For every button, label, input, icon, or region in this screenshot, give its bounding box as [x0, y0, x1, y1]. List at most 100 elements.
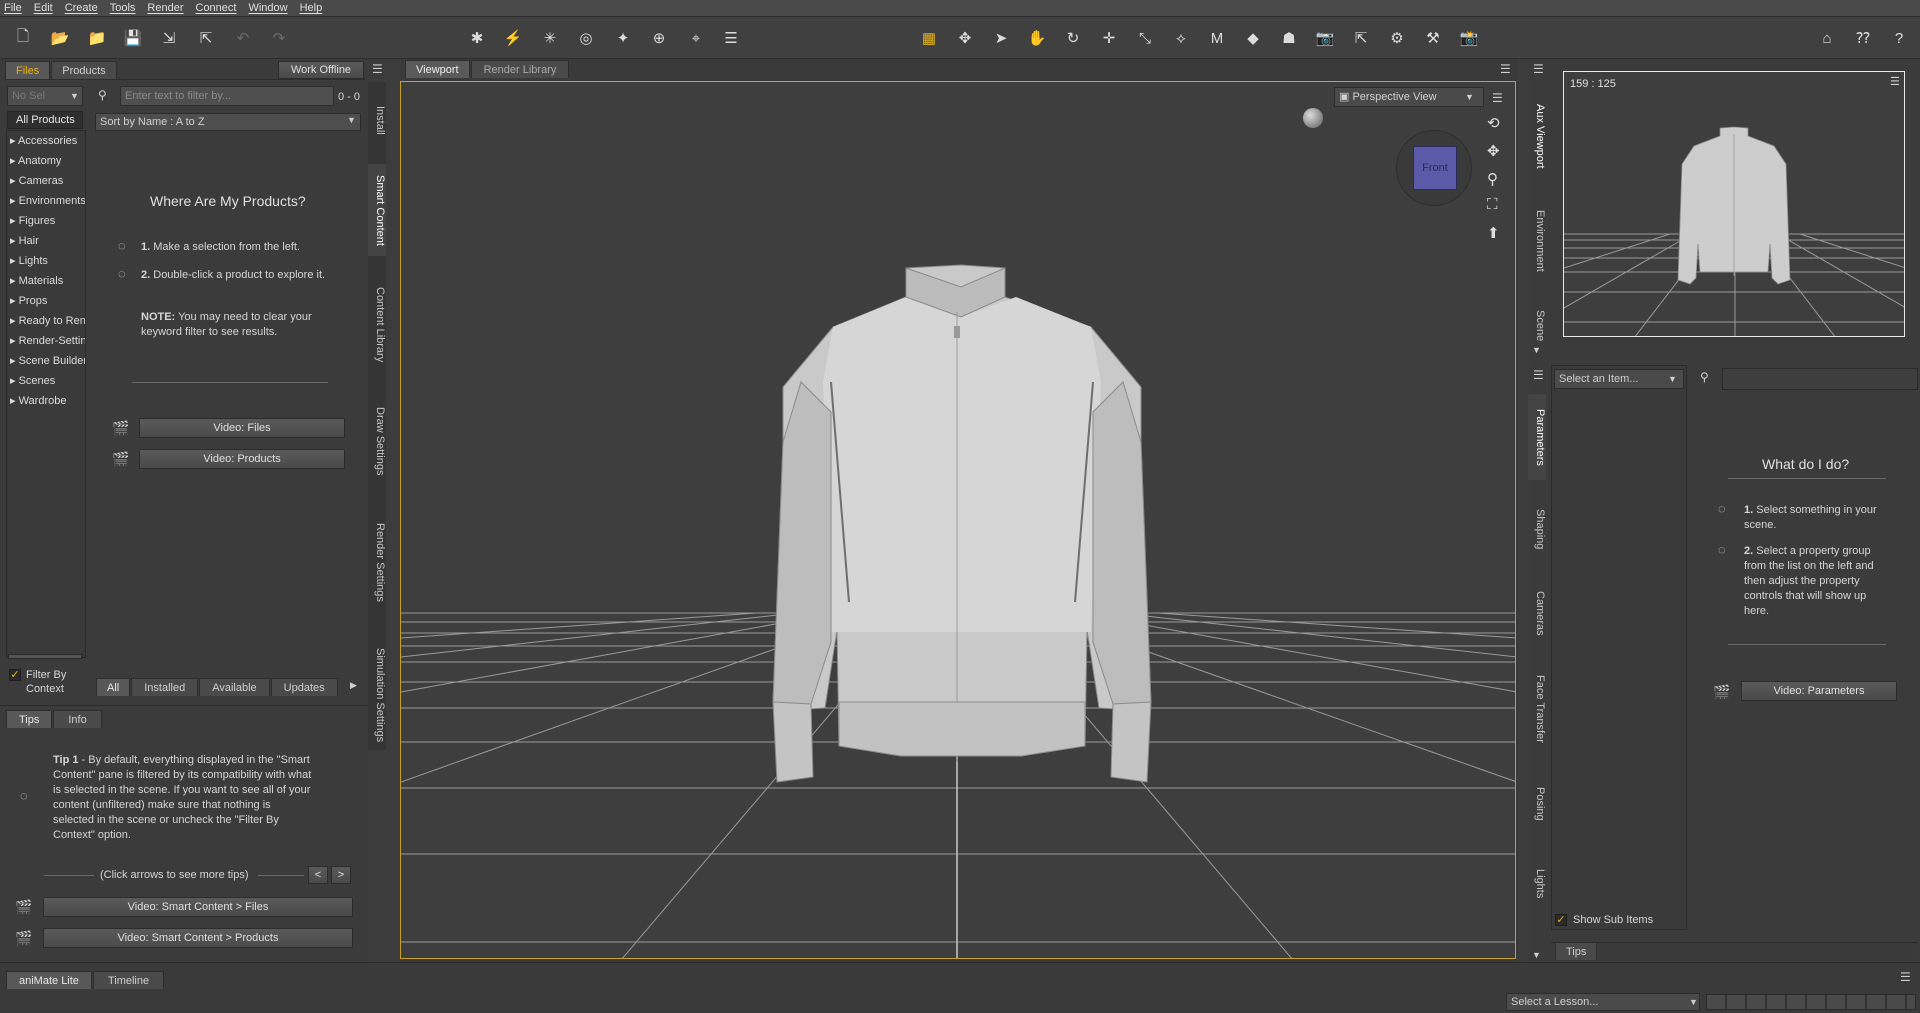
tree-item-accessories[interactable]: ▸ Accessories [7, 131, 85, 151]
orbit-icon[interactable]: ⟲ [1487, 114, 1500, 132]
redo-icon[interactable]: ↷ [268, 27, 290, 49]
tree-scrollbar[interactable] [8, 654, 82, 659]
vtab-aux-viewport[interactable]: Aux Viewport [1528, 94, 1546, 178]
tree-item-cameras[interactable]: ▸ Cameras [7, 171, 85, 191]
camera-settings-icon[interactable]: 📷 [1314, 27, 1336, 49]
menu-connect[interactable]: Connect [196, 2, 237, 14]
reset-view-icon[interactable]: ⬆ [1487, 224, 1500, 242]
pointer-icon[interactable]: ➤ [990, 27, 1012, 49]
property-group-list[interactable] [1551, 365, 1687, 930]
tree-item-hair[interactable]: ▸ Hair [7, 231, 85, 251]
export-icon[interactable]: ⇱ [195, 27, 217, 49]
active-pose-icon[interactable]: ✋ [1026, 27, 1048, 49]
sort-select[interactable]: Sort by Name : A to Z [95, 113, 361, 131]
shading-sphere-icon[interactable] [1303, 108, 1323, 128]
universal-grid-icon[interactable]: ▦ [918, 27, 940, 49]
frame-icon[interactable]: ⛶ [1487, 196, 1498, 213]
chevron-down-icon[interactable]: ▼ [1532, 950, 1541, 960]
universal-tool-icon[interactable]: ✥ [954, 27, 976, 49]
tab-products[interactable]: Products [51, 61, 117, 79]
menu-window[interactable]: Window [248, 2, 287, 14]
pane-menu-icon[interactable]: ☰ [372, 62, 383, 76]
prev-tip-button[interactable]: < [308, 866, 328, 884]
tree-item-render-settings[interactable]: ▸ Render-Settings [7, 331, 85, 351]
open-folder-icon[interactable]: 📂 [49, 27, 71, 49]
pane-menu-icon[interactable]: ☰ [1533, 368, 1544, 382]
vtab-cameras[interactable]: Cameras [1528, 578, 1546, 648]
vtab-lights[interactable]: Lights [1528, 854, 1546, 914]
tab-render-library[interactable]: Render Library [470, 60, 570, 78]
import-icon[interactable]: ⇲ [158, 27, 180, 49]
select-item-dropdown[interactable]: Select an Item... [1554, 369, 1684, 389]
work-offline-button[interactable]: Work Offline [278, 61, 364, 79]
point-light-icon[interactable]: ✳ [539, 27, 561, 49]
whats-this-icon[interactable]: ⁇ [1852, 27, 1874, 49]
tab-available[interactable]: Available [199, 678, 270, 696]
lesson-select[interactable]: Select a Lesson... [1506, 993, 1700, 1011]
create-figure-icon[interactable]: ✱ [466, 27, 488, 49]
tree-item-materials[interactable]: ▸ Materials [7, 271, 85, 291]
vtab-install[interactable]: Install [368, 88, 386, 152]
view-cube[interactable]: Front [1413, 146, 1457, 190]
vtab-parameters[interactable]: Parameters [1528, 394, 1546, 480]
vtab-scene[interactable]: Scene [1528, 306, 1546, 346]
home-icon[interactable]: ⌂ [1816, 27, 1838, 49]
menu-render[interactable]: Render [147, 2, 183, 14]
menu-create[interactable]: Create [65, 2, 98, 14]
lesson-step-strip[interactable] [1706, 994, 1916, 1010]
tree-item-figures[interactable]: ▸ Figures [7, 211, 85, 231]
tab-viewport[interactable]: Viewport [405, 60, 470, 78]
menu-help[interactable]: Help [300, 2, 323, 14]
vtab-simulation-settings[interactable]: Simulation Settings [368, 640, 386, 750]
viewport-menu-icon[interactable]: ☰ [1492, 91, 1503, 105]
video-sc-files-button[interactable]: Video: Smart Content > Files [43, 897, 353, 917]
tab-info[interactable]: Info [53, 710, 102, 728]
zoom-icon[interactable]: ⚲ [1487, 170, 1498, 188]
tab-updates[interactable]: Updates [270, 678, 338, 696]
render-camera-icon[interactable]: 📸 [1458, 27, 1480, 49]
tree-item-scene-builder[interactable]: ▸ Scene Builder [7, 351, 85, 371]
3d-viewport[interactable]: ▣ Perspective View ▼ ☰ Front ⟲ ✥ ⚲ ⛶ ⬆ [400, 81, 1516, 959]
tab-tips[interactable]: Tips [6, 710, 53, 728]
tree-item-props[interactable]: ▸ Props [7, 291, 85, 311]
surface-selection-icon[interactable]: ◆ [1242, 27, 1264, 49]
undo-icon[interactable]: ↶ [232, 27, 254, 49]
aux-viewport[interactable]: 159 : 125 ☰ [1563, 71, 1905, 337]
translate-icon[interactable]: ✛ [1098, 27, 1120, 49]
help-icon[interactable]: ? [1888, 27, 1910, 49]
next-tip-button[interactable]: > [331, 866, 351, 884]
render-icon[interactable]: ⚒ [1422, 27, 1444, 49]
vtab-smart-content[interactable]: Smart Content [368, 164, 386, 256]
merge-folder-icon[interactable]: 📁 [86, 27, 108, 49]
select-tool-icon[interactable]: ⇱ [1350, 27, 1372, 49]
pan-icon[interactable]: ✥ [1487, 142, 1500, 160]
figure-icon[interactable]: ☗ [1278, 27, 1300, 49]
tab-animate-lite[interactable]: aniMate Lite [6, 971, 92, 989]
chevron-down-icon[interactable]: ▼ [1532, 345, 1541, 355]
tab-all[interactable]: All [96, 678, 131, 696]
tab-timeline[interactable]: Timeline [92, 971, 165, 989]
geometry-editor-icon[interactable]: M [1206, 27, 1228, 49]
vtab-face-transfer[interactable]: Face Transfer [1528, 664, 1546, 754]
pane-menu-icon[interactable]: ☰ [1533, 62, 1544, 76]
tree-item-scenes[interactable]: ▸ Scenes [7, 371, 85, 391]
all-products[interactable]: All Products [7, 111, 83, 129]
distant-light-icon[interactable]: ✦ [612, 27, 634, 49]
tab-right-tips[interactable]: Tips [1555, 942, 1598, 960]
menu-edit[interactable]: Edit [34, 2, 53, 14]
rotate-icon[interactable]: ↻ [1062, 27, 1084, 49]
filter-context-checkbox[interactable]: ✓ [9, 669, 21, 681]
save-icon[interactable]: 💾 [122, 27, 144, 49]
render-settings-icon[interactable]: ⚙ [1386, 27, 1408, 49]
spotlight-icon[interactable]: ⚡ [502, 27, 524, 49]
tree-item-wardrobe[interactable]: ▸ Wardrobe [7, 391, 85, 411]
video-parameters-button[interactable]: Video: Parameters [1741, 681, 1897, 701]
tab-installed[interactable]: Installed [131, 678, 199, 696]
vtab-shaping[interactable]: Shaping [1528, 496, 1546, 562]
menu-file[interactable]: File [4, 2, 22, 14]
vtab-render-settings[interactable]: Render Settings [368, 512, 386, 612]
scale-icon[interactable]: ⤡ [1134, 27, 1156, 49]
chevron-right-icon[interactable]: ▶ [350, 680, 357, 691]
layout-icon[interactable]: ☰ [720, 27, 742, 49]
video-products-button[interactable]: Video: Products [139, 449, 345, 469]
